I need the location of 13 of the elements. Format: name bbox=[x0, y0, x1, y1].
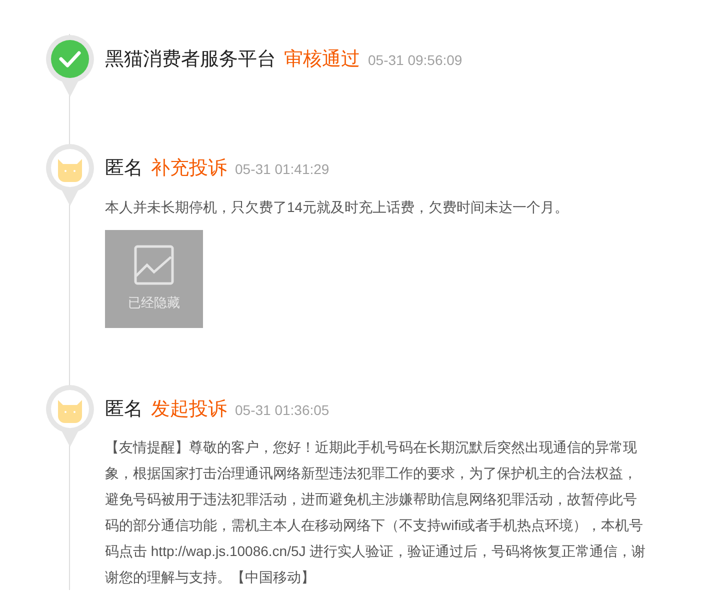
author-name: 匿名 bbox=[105, 398, 143, 422]
action-label: 审核通过 bbox=[284, 48, 360, 72]
timestamp: 05-31 01:41:29 bbox=[235, 160, 330, 179]
timestamp: 05-31 01:36:05 bbox=[235, 400, 330, 420]
complaint-text: 【友情提醒】尊敬的客户，您好！近期此手机号码在长期沉默后突然出现通信的异常现象，根据国家打击治理通讯网络新型违法犯罪工作的要求，为了保护机主的合法权益，避免号码被用于违法犯罪活动，进而避免机主涉嫌帮助信息网络犯罪活动，故暂停此号码的部分通信功能，需机主本人在移动网络下（不支持wifi或者手机热点环境），本机号码点击 http://wap.js.10086.cn/5J 进行实人验证，验证通过后，号码将恢复正常通信，谢谢您的理解与支持。【中国移动】 bbox=[105, 438, 647, 587]
action-label: 补充投诉 bbox=[151, 157, 227, 181]
author-name: 匿名 bbox=[105, 157, 143, 181]
complaint-text: 本人并未长期停机，只欠费了14元就及时充上话费，欠费时间未达一个月。 bbox=[105, 198, 570, 216]
author-name: 黑猫消费者服务平台 bbox=[105, 48, 276, 72]
image-icon bbox=[134, 244, 174, 285]
action-label: 发起投诉 bbox=[151, 398, 227, 422]
timestamp: 05-31 09:56:09 bbox=[368, 51, 462, 70]
hidden-image-placeholder[interactable]: 已经隐藏 bbox=[105, 230, 203, 328]
